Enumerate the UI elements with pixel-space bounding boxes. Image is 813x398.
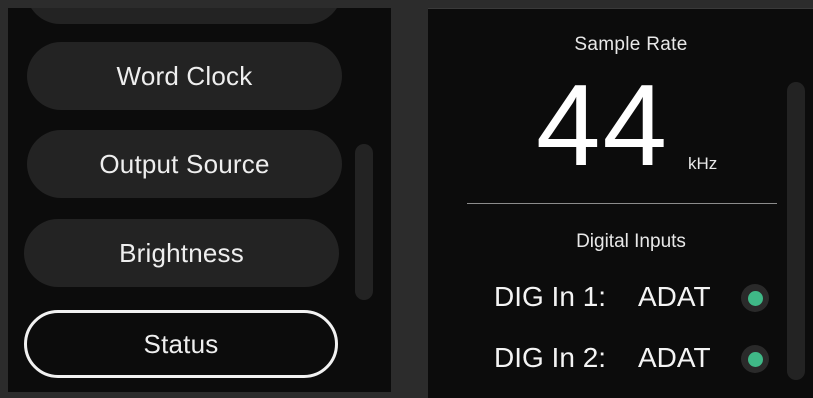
- section-divider: [467, 203, 777, 204]
- digital-input-row-2: DIG In 2: ADAT: [494, 340, 784, 380]
- status-led-icon: [741, 284, 769, 312]
- menu-scrollbar[interactable]: [355, 144, 373, 300]
- menu-item-partial[interactable]: [26, 8, 342, 24]
- sample-rate-unit: kHz: [688, 154, 718, 173]
- menu-item-word-clock[interactable]: Word Clock: [27, 42, 342, 110]
- status-led-icon: [741, 345, 769, 373]
- menu-item-status[interactable]: Status: [24, 310, 338, 378]
- digital-input-format: ADAT: [638, 281, 711, 312]
- status-scrollbar[interactable]: [787, 82, 805, 380]
- digital-input-row-1: DIG In 1: ADAT: [494, 279, 784, 319]
- digital-input-name: DIG In 2:: [494, 342, 607, 373]
- sample-rate-label: Sample Rate: [574, 34, 688, 55]
- status-panel: Sample Rate 44 kHz Digital Inputs DIG In…: [428, 8, 813, 398]
- digital-input-name: DIG In 1:: [494, 281, 607, 312]
- menu-item-output-source[interactable]: Output Source: [27, 130, 342, 198]
- sample-rate-value: 44: [536, 60, 670, 190]
- menu-item-brightness[interactable]: Brightness: [24, 219, 339, 287]
- digital-inputs-label: Digital Inputs: [576, 231, 686, 252]
- digital-input-format: ADAT: [638, 342, 711, 373]
- menu-panel: Word Clock Output Source Brightness Stat…: [8, 8, 391, 392]
